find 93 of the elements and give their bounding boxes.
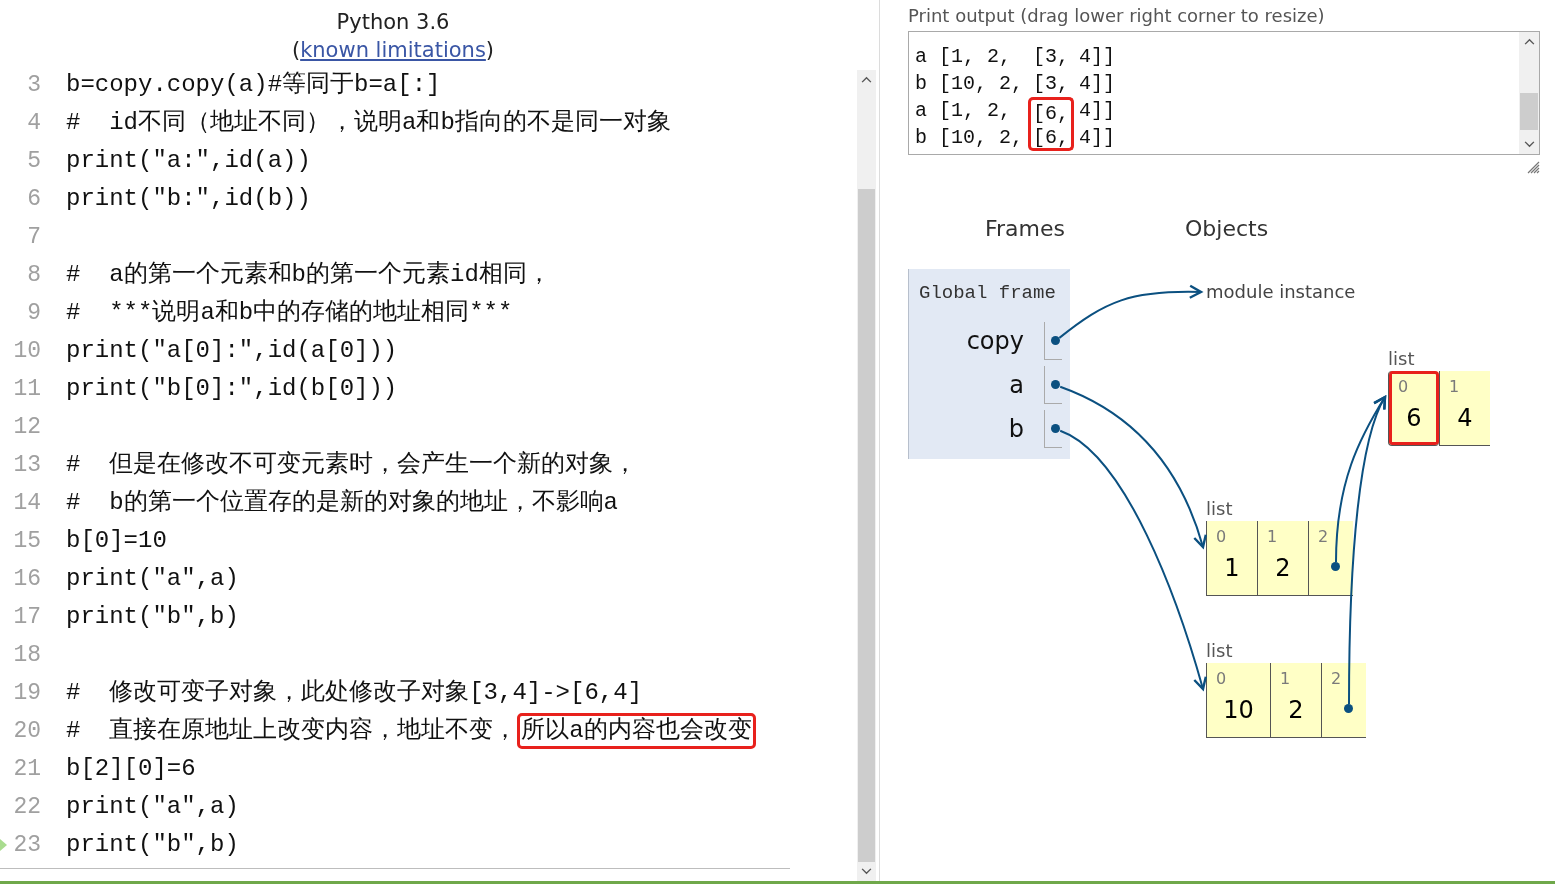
pointer-dot-icon bbox=[1344, 704, 1353, 713]
code-text: # 但是在修改不可变元素时，会产生一个新的对象， bbox=[66, 450, 638, 480]
line-number: 20 bbox=[12, 718, 41, 744]
line-number: 12 bbox=[12, 414, 41, 440]
list-value: 4 bbox=[1457, 403, 1473, 434]
chevron-up-icon[interactable] bbox=[861, 76, 872, 83]
code-text: print("b[0]:",id(b[0])) bbox=[66, 374, 398, 404]
code-text: print("a",a) bbox=[66, 792, 239, 822]
list-value: 6 bbox=[1406, 403, 1422, 434]
list-value: 2 bbox=[1288, 695, 1304, 726]
pointer-dot-icon bbox=[1051, 380, 1060, 389]
pointer-dot-icon bbox=[1331, 562, 1340, 571]
line-number: 9 bbox=[26, 300, 41, 326]
pointer-dot-icon bbox=[1051, 336, 1060, 345]
output-text: a [1, 2, bbox=[915, 44, 1012, 70]
output-text: 4]] bbox=[1079, 125, 1116, 151]
parenthesis-text: ) bbox=[485, 38, 495, 62]
line-number: 15 bbox=[12, 528, 41, 554]
line-number: 21 bbox=[12, 756, 41, 782]
list-index: 2 bbox=[1318, 527, 1329, 547]
pointer-dot-icon bbox=[1051, 424, 1060, 433]
variable-name: a bbox=[1008, 370, 1024, 400]
variable-name: b bbox=[1007, 414, 1024, 444]
code-text: b[2][0]=6 bbox=[66, 754, 196, 784]
code-text: # ***说明a和b中的存储的地址相同*** bbox=[66, 298, 513, 328]
code-text: print("a[0]:",id(a[0])) bbox=[66, 336, 398, 366]
scrollbar[interactable] bbox=[857, 70, 876, 881]
highlighted-code-text: 所以a的内容也会改变 bbox=[517, 713, 756, 749]
code-text: print("b",b) bbox=[66, 830, 239, 860]
line-number: 16 bbox=[12, 566, 41, 592]
list-value: 1 bbox=[1224, 553, 1240, 584]
highlighted-output-text: [6, bbox=[1028, 97, 1075, 124]
list-index: 1 bbox=[1267, 527, 1278, 547]
chevron-down-icon[interactable] bbox=[861, 868, 872, 875]
scrollbar[interactable] bbox=[1519, 32, 1539, 154]
list-index: 1 bbox=[1449, 377, 1460, 397]
highlighted-output-text: [6, bbox=[1028, 124, 1075, 151]
list-index: 0 bbox=[1216, 669, 1227, 689]
line-number: 22 bbox=[12, 794, 41, 820]
line-number: 17 bbox=[12, 604, 41, 630]
output-text: [3, bbox=[1033, 71, 1070, 97]
code-text: # a的第一个元素和b的第一个元素id相同， bbox=[66, 260, 551, 290]
version-title: Python 3.6 bbox=[335, 9, 451, 36]
list-value: 2 bbox=[1275, 553, 1291, 584]
line-number: 19 bbox=[12, 680, 41, 706]
list-index: 0 bbox=[1398, 377, 1409, 397]
chevron-up-icon[interactable] bbox=[1523, 38, 1535, 45]
list-type-label: list bbox=[1206, 497, 1234, 521]
code-text: print("a",a) bbox=[66, 564, 239, 594]
line-number: 4 bbox=[26, 110, 41, 136]
code-text: # id不同（地址不同），说明a和b指向的不是同一对象 bbox=[66, 108, 671, 138]
code-text: # b的第一个位置存的是新的对象的地址，不影响a bbox=[66, 488, 618, 518]
objects-heading: Objects bbox=[1185, 215, 1269, 243]
frames-heading: Frames bbox=[985, 215, 1066, 243]
frame-title: Global frame bbox=[919, 281, 1057, 306]
list-type-label: list bbox=[1206, 639, 1234, 663]
line-number: 8 bbox=[26, 262, 41, 288]
line-number: 10 bbox=[12, 338, 41, 364]
output-text: a [1, 2, bbox=[915, 98, 1012, 124]
line-number: 5 bbox=[26, 148, 41, 174]
list-index: 0 bbox=[1216, 527, 1227, 547]
line-number: 6 bbox=[26, 186, 41, 212]
output-text: 4]] bbox=[1079, 71, 1116, 97]
line-number: 23 bbox=[12, 832, 41, 858]
module-label: module instance bbox=[1206, 280, 1356, 304]
code-text: b=copy.copy(a)#等同于b=a[:] bbox=[66, 70, 441, 100]
output-text: 4]] bbox=[1079, 98, 1116, 124]
code-text: print("b",b) bbox=[66, 602, 239, 632]
line-number: 3 bbox=[26, 72, 41, 98]
chevron-down-icon[interactable] bbox=[1523, 141, 1535, 148]
list-type-label: list bbox=[1388, 347, 1416, 371]
known-limitations-link[interactable]: known limitations bbox=[300, 38, 486, 62]
code-text: print("b:",id(b)) bbox=[66, 184, 311, 214]
list-index: 1 bbox=[1280, 669, 1291, 689]
code-text: # 修改可变子对象，此处修改子对象[3,4]->[6,4] bbox=[66, 678, 643, 708]
output-text: 4]] bbox=[1079, 44, 1116, 70]
code-text: b[0]=10 bbox=[66, 526, 167, 556]
list-value: 10 bbox=[1223, 695, 1254, 726]
code-text: # 直接在原地址上改变内容，地址不变， bbox=[66, 716, 518, 746]
line-number: 11 bbox=[12, 376, 41, 402]
resize-grip-icon[interactable] bbox=[1527, 161, 1540, 174]
parenthesis-text: ( bbox=[291, 38, 301, 62]
output-text: b [10, 2, bbox=[915, 125, 1024, 151]
line-number: 13 bbox=[12, 452, 41, 478]
line-number: 7 bbox=[26, 224, 41, 250]
code-text: print("a:",id(a)) bbox=[66, 146, 311, 176]
list-index: 2 bbox=[1331, 669, 1342, 689]
line-number: 14 bbox=[12, 490, 41, 516]
output-text: [3, bbox=[1033, 44, 1070, 70]
line-number: 18 bbox=[12, 642, 41, 668]
variable-name: copy bbox=[965, 326, 1024, 356]
output-label: Print output (drag lower right corner to resize) bbox=[908, 4, 1326, 27]
output-text: b [10, 2, bbox=[915, 71, 1024, 97]
